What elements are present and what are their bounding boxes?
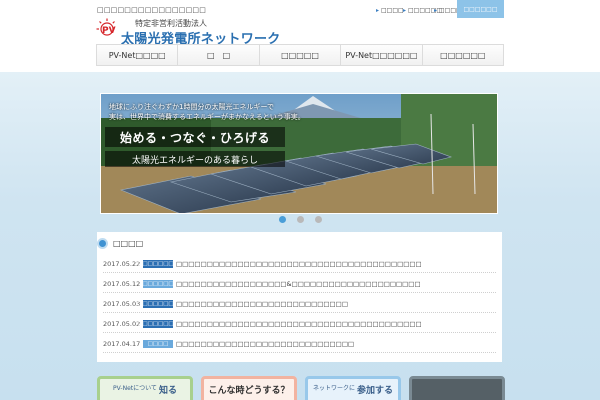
- triangle-icon: ▸: [403, 7, 407, 14]
- nav-item-3[interactable]: □□□□□: [260, 45, 342, 65]
- hero-slider[interactable]: 地球にふり注ぐわずか1時間分の太陽光エネルギーで 実は、世界中で消費するエネルギ…: [100, 93, 498, 214]
- feature-cards: PV-Netについて 知る こんな時どうする？ ネットワークに 参加する: [0, 376, 600, 400]
- nav-item-about[interactable]: PV-Net□□□□: [96, 45, 179, 65]
- site-header: □□□□□□□□□□□□□□□□ ▸□□□□ ▸ □□□□□□ ▸ □□□□□□ □…: [0, 0, 600, 72]
- contact-tab[interactable]: □□□□□□: [457, 0, 504, 18]
- news-section: □□□□ 2017.05.22 □□□□□□□□ □□□□□□□□□□□□□□□□□…: [97, 232, 502, 362]
- news-row[interactable]: 2017.05.22 □□□□□□□□ □□□□□□□□□□□□□□□□□□□□□□…: [103, 256, 496, 273]
- news-heading: □□□□: [97, 236, 143, 250]
- site-tagline: □□□□□□□□□□□□□□□□: [97, 6, 207, 14]
- news-category-badge: □□□□: [143, 340, 173, 348]
- card-about[interactable]: PV-Netについて 知る: [97, 376, 193, 400]
- news-category-badge: □□□□□□: [142, 280, 174, 288]
- news-headline[interactable]: □□□□□□□□□□□□□□□□□□□□□□□□□□□□□□□□□□□□□□□□: [176, 260, 422, 268]
- news-row[interactable]: 2017.05.12 □□□□□□ □□□□□□□□□□□□□□□□□□&□□□□□…: [103, 276, 496, 293]
- card-join[interactable]: ネットワークに 参加する: [305, 376, 401, 400]
- global-nav: PV-Net□□□□ □ □ □□□□□ PV-Net□□□□□□ □□□□□□: [96, 44, 505, 66]
- nav-item-2[interactable]: □ □: [178, 45, 260, 65]
- news-headline[interactable]: □□□□□□□□□□□□□□□□□□□□□□□□□□□□: [176, 300, 348, 308]
- news-row[interactable]: 2017.05.02 □□□□□□□□ □□□□□□□□□□□□□□□□□□□□□□…: [103, 316, 496, 333]
- news-headline[interactable]: □□□□□□□□□□□□□□□□□□&□□□□□□□□□□□□□□□□□□□□□: [176, 280, 421, 288]
- news-category-badge: □□□□□□□□: [137, 300, 179, 308]
- card-chalkboard[interactable]: [409, 376, 505, 400]
- slide-title: 始める・つなぐ・ひろげる: [105, 127, 285, 147]
- slider-dot-2[interactable]: [297, 216, 304, 223]
- circle-bullet-icon: [97, 237, 108, 249]
- news-category-badge: □□□□□□□□: [137, 320, 179, 328]
- nav-item-4[interactable]: PV-Net□□□□□□: [341, 45, 423, 65]
- news-date: 2017.05.12: [103, 280, 141, 288]
- logo-pv-text: PV: [102, 26, 116, 36]
- triangle-icon: ▸: [376, 7, 380, 14]
- news-row[interactable]: 2017.04.17 □□□□ □□□□□□□□□□□□□□□□□□□□□□□□□□…: [103, 336, 496, 353]
- slide-caption: 地球にふり注ぐわずか1時間分の太陽光エネルギーで 実は、世界中で消費するエネルギ…: [109, 103, 305, 121]
- news-headline[interactable]: □□□□□□□□□□□□□□□□□□□□□□□□□□□□□: [176, 340, 354, 348]
- card-faq[interactable]: こんな時どうする？: [201, 376, 297, 400]
- slider-dot-1[interactable]: [279, 216, 286, 223]
- nav-item-5[interactable]: □□□□□□: [423, 45, 505, 65]
- news-row[interactable]: 2017.05.03 □□□□□□□□ □□□□□□□□□□□□□□□□□□□□□□…: [103, 296, 496, 313]
- slider-pagination: [0, 216, 600, 226]
- news-headline[interactable]: □□□□□□□□□□□□□□□□□□□□□□□□□□□□□□□□□□□□□□□□: [176, 320, 422, 328]
- news-category-badge: □□□□□□□□: [137, 260, 179, 268]
- triangle-icon: ▸: [434, 7, 438, 14]
- news-title: □□□□: [113, 238, 144, 248]
- slider-dot-3[interactable]: [315, 216, 322, 223]
- slide-subtitle: 太陽光エネルギーのある暮らし: [105, 151, 285, 167]
- news-date: 2017.04.17: [103, 340, 141, 348]
- utility-link-1[interactable]: ▸ □□□□: [376, 7, 404, 14]
